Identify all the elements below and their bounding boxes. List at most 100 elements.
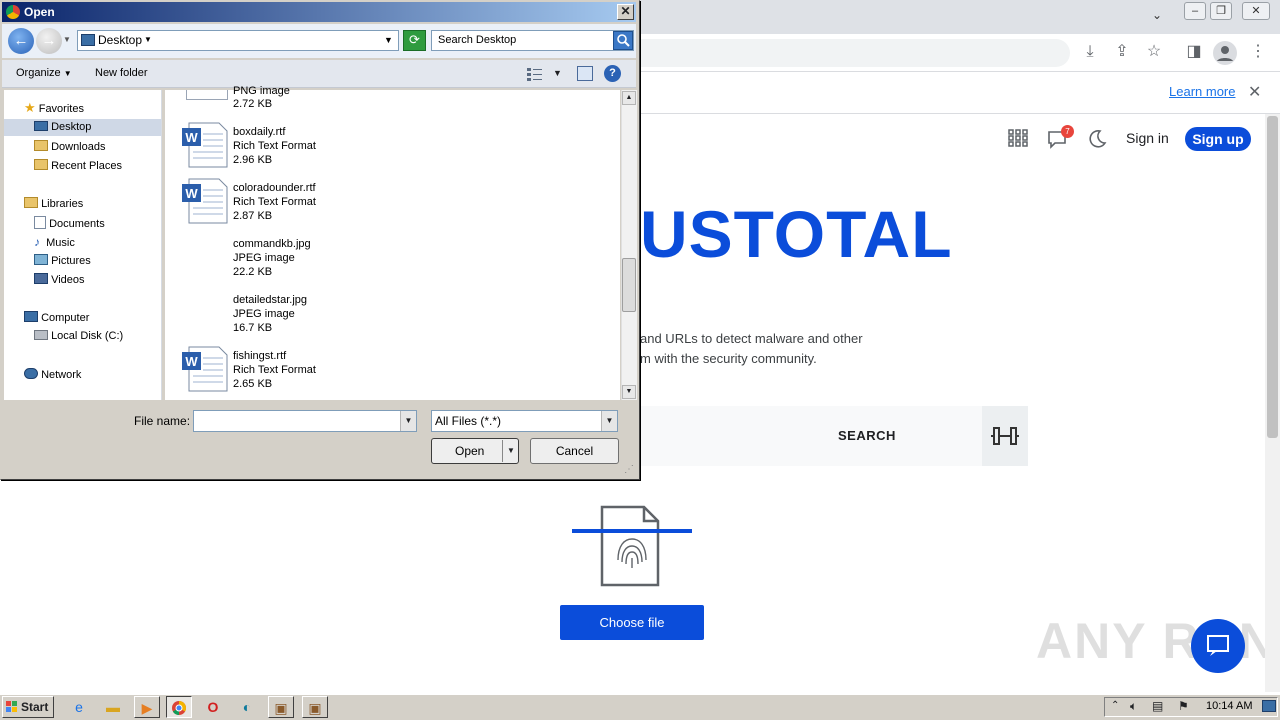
nav-computer[interactable]: Computer (24, 311, 89, 324)
open-options-chevron-icon[interactable]: ▼ (507, 446, 515, 455)
page-scrollbar-thumb[interactable] (1267, 116, 1278, 438)
file-list-scrollbar[interactable] (621, 90, 637, 400)
file-explorer-icon[interactable]: ▬ (100, 696, 126, 718)
nav-local-disk[interactable]: Local Disk (C:) (34, 330, 123, 342)
profile-avatar-icon[interactable] (1213, 41, 1237, 65)
file-name-input[interactable] (193, 410, 417, 432)
show-desktop-icon[interactable] (1262, 700, 1276, 712)
restore-window-button[interactable]: ❐ (1210, 2, 1232, 20)
nav-recent-places[interactable]: Recent Places (34, 159, 122, 172)
opera-icon[interactable]: O (200, 696, 226, 718)
media-player-icon[interactable]: ▶ (134, 696, 160, 718)
file-type: Rich Text Format (233, 364, 316, 376)
chrome-taskbar-icon[interactable] (166, 696, 192, 718)
scroll-up-arrow-icon[interactable]: ▲ (622, 91, 636, 105)
action-center-flag-icon[interactable]: ⚑ (1178, 699, 1189, 713)
app-window-icon-1[interactable]: ▣ (268, 696, 294, 718)
navigation-pane (4, 90, 162, 400)
tab-search[interactable]: SEARCH (838, 428, 896, 443)
nav-network[interactable]: Network (24, 368, 81, 381)
sign-in-link[interactable]: Sign in (1126, 130, 1169, 146)
file-name[interactable]: fishingst.rtf (233, 350, 286, 362)
nav-downloads[interactable]: Downloads (34, 140, 105, 153)
nav-libraries[interactable]: Libraries (24, 197, 83, 210)
file-name-dropdown-icon[interactable]: ▼ (400, 411, 416, 431)
close-window-button[interactable]: ✕ (1242, 2, 1270, 20)
dark-mode-moon-icon[interactable] (1086, 128, 1108, 150)
dialog-close-button[interactable]: ✕ (617, 4, 634, 20)
edge-icon[interactable]: ◐ (234, 696, 260, 718)
nav-favorites-label: Favorites (38, 103, 84, 115)
tab-search-chevron-icon[interactable]: ⌄ (1152, 8, 1162, 22)
open-button-divider (502, 440, 503, 462)
chrome-icon (6, 5, 20, 19)
open-button-label: Open (455, 444, 485, 458)
notification-count-badge: 7 (1061, 125, 1074, 138)
resize-grip-icon[interactable]: ⋰ (624, 464, 634, 475)
app-window-icon-2[interactable]: ▣ (302, 696, 328, 718)
nav-pictures[interactable]: Pictures (34, 254, 91, 267)
bookmark-star-icon[interactable]: ☆ (1144, 42, 1164, 62)
network-tray-icon[interactable]: ▤ (1152, 699, 1163, 713)
nav-music[interactable]: ♪ Music (34, 235, 75, 249)
file-name[interactable]: detailedstar.jpg (233, 294, 307, 306)
learn-more-link[interactable]: Learn more (1169, 84, 1235, 99)
address-location[interactable]: Desktop (98, 33, 142, 47)
file-type: PNG image (233, 85, 290, 97)
nav-desktop[interactable]: Desktop (34, 121, 91, 133)
cancel-button[interactable]: Cancel (530, 438, 619, 464)
help-icon[interactable]: ? (604, 65, 621, 82)
change-view-icon[interactable] (527, 67, 543, 81)
view-options-chevron-icon[interactable]: ▼ (553, 68, 562, 78)
dialog-titlebar[interactable] (2, 2, 636, 22)
nav-libraries-label: Libraries (41, 198, 84, 210)
organize-label: Organize (16, 67, 61, 79)
new-folder-button[interactable]: New folder (95, 67, 148, 79)
hero-description-line2: m with the security community. (640, 351, 817, 366)
search-icon[interactable] (613, 31, 633, 50)
file-type-dropdown-icon[interactable]: ▼ (601, 411, 617, 431)
forward-arrow-icon[interactable]: → (36, 28, 62, 54)
scroll-down-arrow-icon[interactable]: ▼ (622, 385, 636, 399)
nav-recent-places-label: Recent Places (51, 160, 122, 172)
infobar-close-icon[interactable]: ✕ (1248, 82, 1261, 102)
nav-videos[interactable]: Videos (34, 273, 85, 286)
word-doc-icon: W (182, 122, 228, 168)
share-icon[interactable]: ⇪ (1112, 42, 1132, 62)
internet-explorer-icon[interactable]: e (66, 696, 92, 718)
pictures-icon (34, 254, 48, 265)
volume-icon[interactable]: 🔈︎ (1130, 699, 1137, 714)
address-dropdown-icon[interactable]: ▼ (384, 35, 393, 45)
barbell-icon (991, 427, 1019, 445)
recent-locations-chevron-icon[interactable]: ▼ (63, 35, 71, 44)
file-name[interactable]: coloradounder.rtf (233, 182, 316, 194)
choose-file-button[interactable]: Choose file (560, 605, 704, 640)
file-name[interactable]: commandkb.jpg (233, 238, 311, 250)
organize-menu-button[interactable]: Organize ▼ (16, 67, 72, 79)
svg-text:W: W (185, 186, 198, 201)
apps-grid-icon[interactable] (1008, 128, 1028, 148)
back-arrow-icon[interactable]: ← (8, 28, 34, 54)
nav-documents[interactable]: Documents (34, 216, 105, 230)
api-scan-tab[interactable] (982, 406, 1028, 466)
minimize-window-button[interactable]: – (1184, 2, 1206, 20)
file-size: 22.2 KB (233, 266, 273, 278)
tray-expand-icon[interactable]: ⌃ (1111, 700, 1119, 711)
nav-downloads-label: Downloads (51, 141, 106, 153)
word-doc-icon: W (182, 346, 228, 392)
taskbar-clock[interactable]: 10:14 AM (1206, 700, 1252, 712)
nav-favorites[interactable]: ★ Favorites (24, 100, 84, 116)
music-note-icon: ♪ (34, 235, 40, 249)
file-list-scroll-thumb[interactable] (622, 258, 636, 312)
chrome-menu-icon[interactable]: ⋮ (1248, 42, 1268, 62)
file-type: Rich Text Format (233, 140, 316, 152)
refresh-icon[interactable]: ⟳ (403, 30, 426, 51)
floating-help-button[interactable] (1191, 619, 1245, 673)
preview-pane-icon[interactable] (577, 66, 593, 81)
breadcrumb-chevron-icon[interactable]: ▼ (144, 35, 152, 44)
file-name[interactable]: boxdaily.rtf (233, 126, 285, 138)
file-type: JPEG image (233, 252, 295, 264)
side-panel-icon[interactable]: ◨ (1184, 42, 1204, 62)
install-app-icon[interactable]: ⤓ (1080, 42, 1100, 62)
sign-up-button[interactable]: Sign up (1185, 127, 1251, 151)
